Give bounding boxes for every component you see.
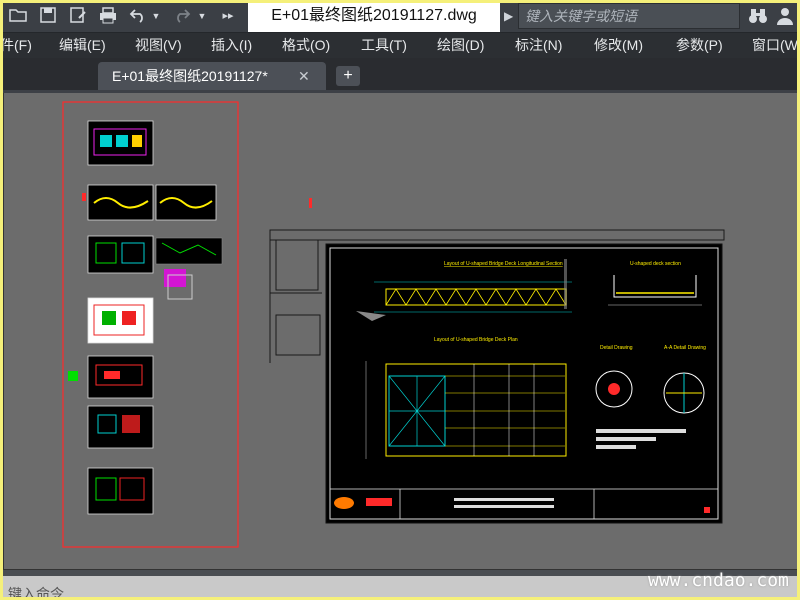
elevation-title: Layout of U-shaped Bridge Deck Longitudi… xyxy=(444,261,563,267)
title-bar: ▼ ▼ ▸▸ E+01最终图纸20191127.dwg ▶ 键入关键字或短语 xyxy=(0,0,800,33)
command-prompt[interactable]: 键入命令 xyxy=(8,585,64,600)
tab-label: E+01最终图纸20191127* xyxy=(112,68,268,84)
document-title: E+01最终图纸20191127.dwg xyxy=(248,0,500,32)
detail-aa-title: A-A Detail Drawing xyxy=(664,345,706,351)
redo-icon[interactable] xyxy=(172,6,192,26)
open-folder-icon[interactable] xyxy=(8,6,28,26)
search-expand-icon[interactable]: ▶ xyxy=(504,6,518,26)
main-drawing-sheet: Layout of U-shaped Bridge Deck Longitudi… xyxy=(325,243,723,524)
section-title: U-shaped deck section xyxy=(630,261,681,267)
new-tab-button[interactable]: + xyxy=(336,66,360,86)
drawing-canvas[interactable]: Layout of U-shaped Bridge Deck Longitudi… xyxy=(4,93,800,569)
sheet-thumbnails xyxy=(68,120,223,515)
close-tab-icon[interactable]: ✕ xyxy=(298,62,310,90)
menu-modify[interactable]: 修改(M) xyxy=(594,33,643,58)
tab-active-document[interactable]: E+01最终图纸20191127* ✕ xyxy=(98,62,326,90)
search-input[interactable]: 键入关键字或短语 xyxy=(518,3,740,29)
document-tab-bar: E+01最终图纸20191127* ✕ + xyxy=(0,58,800,93)
undo-dropdown-icon[interactable]: ▼ xyxy=(150,6,162,26)
plan-title: Layout of U-shaped Bridge Deck Plan xyxy=(434,337,518,343)
detail-title: Detail Drawing xyxy=(600,345,633,351)
user-account-icon[interactable] xyxy=(775,6,795,26)
cad-application-window: ▼ ▼ ▸▸ E+01最终图纸20191127.dwg ▶ 键入关键字或短语 件… xyxy=(0,0,800,600)
menu-draw[interactable]: 绘图(D) xyxy=(437,33,484,58)
menu-file[interactable]: 件(F) xyxy=(0,33,32,58)
redo-dropdown-icon[interactable]: ▼ xyxy=(196,6,208,26)
save-as-icon[interactable] xyxy=(68,6,88,26)
undo-icon[interactable] xyxy=(128,6,148,26)
menu-insert[interactable]: 插入(I) xyxy=(211,33,252,58)
save-icon[interactable] xyxy=(38,6,58,26)
drawing-graphics: Layout of U-shaped Bridge Deck Longitudi… xyxy=(62,101,725,548)
menu-format[interactable]: 格式(O) xyxy=(282,33,330,58)
menu-view[interactable]: 视图(V) xyxy=(135,33,182,58)
menu-parametric[interactable]: 参数(P) xyxy=(676,33,723,58)
site-watermark: www.cndao.com xyxy=(648,570,789,591)
menu-bar: 件(F) 编辑(E) 视图(V) 插入(I) 格式(O) 工具(T) 绘图(D)… xyxy=(0,33,800,58)
binoculars-icon[interactable] xyxy=(748,6,768,26)
menu-edit[interactable]: 编辑(E) xyxy=(59,33,106,58)
menu-tools[interactable]: 工具(T) xyxy=(361,33,407,58)
menu-dimension[interactable]: 标注(N) xyxy=(515,33,562,58)
more-tools-icon[interactable]: ▸▸ xyxy=(218,6,238,26)
menu-window[interactable]: 窗口(W xyxy=(752,33,798,58)
print-icon[interactable] xyxy=(98,6,118,26)
